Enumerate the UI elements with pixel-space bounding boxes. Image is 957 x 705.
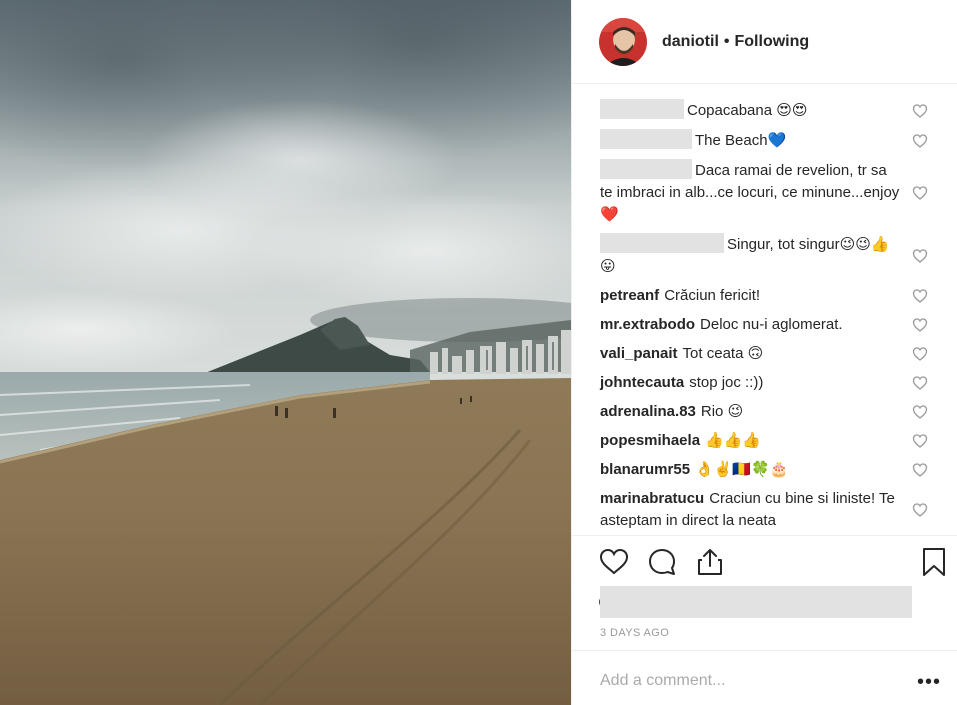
comment-item: blanarumr55 👌✌️🇷🇴🍀🎂 (572, 459, 957, 481)
comment-bubble-icon[interactable] (646, 546, 678, 578)
comment-username[interactable]: vali_panait (600, 345, 678, 362)
comment-item: Copacabana 😍😍 (572, 99, 957, 122)
redacted-username (600, 233, 724, 253)
comment-username[interactable]: marinabratucu (600, 490, 704, 507)
likes-count-redacted (600, 586, 912, 618)
post-photo[interactable] (0, 0, 571, 705)
comment-item: adrenalina.83 Rio 😉 (572, 401, 957, 423)
more-options-button[interactable]: ••• (917, 672, 941, 692)
post-timestamp[interactable]: 3 DAYS AGO (600, 627, 669, 639)
add-comment-input[interactable]: Add a comment... (600, 672, 725, 690)
divider (572, 535, 957, 536)
comment-like-heart-icon[interactable] (912, 346, 928, 362)
post-sidebar: daniotil • Following Copacabana 😍😍 The Beac… (571, 0, 957, 705)
header-separator: • (723, 32, 730, 50)
comment-text: Tot ceata 🙃 (682, 345, 764, 362)
comment-like-heart-icon[interactable] (912, 433, 928, 449)
comment-text: 👌✌️🇷🇴🍀🎂 (695, 461, 789, 478)
comment-item: marinabratucu Craciun cu bine si liniste!… (572, 488, 957, 532)
avatar[interactable] (599, 17, 647, 66)
comment-text: Rio 😉 (700, 403, 744, 420)
comment-item: johntecauta stop joc ::)) (572, 372, 957, 394)
bookmark-icon[interactable] (918, 546, 950, 578)
comment-like-heart-icon[interactable] (912, 462, 928, 478)
following-button[interactable]: Following (735, 33, 810, 50)
comment-like-heart-icon[interactable] (912, 185, 928, 201)
comment-text: Crăciun fericit! (664, 287, 761, 304)
comment-username[interactable]: adrenalina.83 (600, 403, 696, 420)
beach-photo-image (0, 0, 571, 705)
username-link[interactable]: daniotil (662, 33, 719, 50)
header-text: daniotil • Following (662, 33, 809, 51)
comment-text: Copacabana 😍😍 (687, 102, 808, 119)
comment-like-heart-icon[interactable] (912, 248, 928, 264)
comment-item: vali_panait Tot ceata 🙃 (572, 343, 957, 365)
comment-like-heart-icon[interactable] (912, 133, 928, 149)
comments-list[interactable]: Copacabana 😍😍 The Beach💙 Daca ramai de rev… (572, 99, 957, 534)
comment-text: Deloc nu-i aglomerat. (700, 316, 843, 333)
comment-username[interactable]: johntecauta (600, 374, 684, 391)
comment-item: mr.extrabodo Deloc nu-i aglomerat. (572, 314, 957, 336)
redacted-username (600, 129, 692, 149)
comment-text: stop joc ::)) (689, 374, 764, 391)
comment-item: Singur, tot singur😉😉👍😛 (572, 233, 957, 278)
comment-username[interactable]: popesmihaela (600, 432, 700, 449)
avatar-image (599, 17, 647, 66)
comment-text: The Beach💙 (695, 132, 787, 149)
comment-username[interactable]: petreanf (600, 287, 659, 304)
like-heart-icon[interactable] (598, 546, 630, 578)
comment-username[interactable]: blanarumr55 (600, 461, 690, 478)
comment-like-heart-icon[interactable] (912, 317, 928, 333)
share-icon[interactable] (694, 546, 726, 578)
comment-text: 👍👍👍 (705, 432, 762, 449)
redacted-username (600, 159, 692, 179)
comment-like-heart-icon[interactable] (912, 502, 928, 518)
comment-item: The Beach💙 (572, 129, 957, 152)
comment-item: petreanf Crăciun fericit! (572, 285, 957, 307)
comment-like-heart-icon[interactable] (912, 375, 928, 391)
divider (572, 650, 957, 651)
comment-like-heart-icon[interactable] (912, 288, 928, 304)
post-header: daniotil • Following (572, 0, 957, 84)
comment-like-heart-icon[interactable] (912, 404, 928, 420)
comment-item: popesmihaela 👍👍👍 (572, 430, 957, 452)
comment-item: Daca ramai de revelion, tr sa te imbraci… (572, 159, 957, 226)
redacted-username (600, 99, 684, 119)
comment-username[interactable]: mr.extrabodo (600, 316, 695, 333)
comment-like-heart-icon[interactable] (912, 103, 928, 119)
